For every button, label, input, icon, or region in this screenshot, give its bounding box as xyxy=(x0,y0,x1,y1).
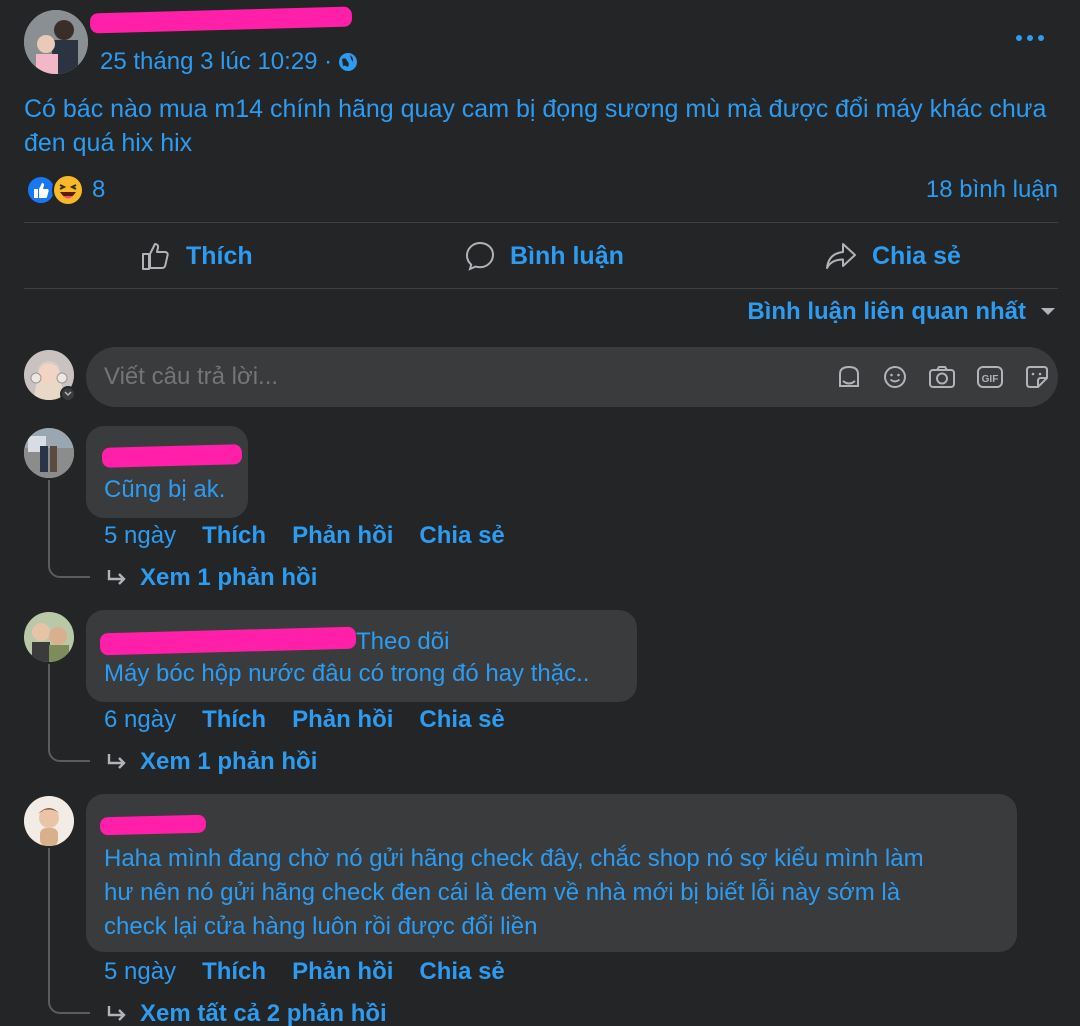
comment-sort-dropdown[interactable]: Bình luận liên quan nhất xyxy=(747,298,1056,326)
comment-3-view-replies-label: Xem tất cả 2 phản hồi xyxy=(140,1000,387,1026)
comment-bubble-icon xyxy=(464,240,496,272)
comment-1-reply-link[interactable]: Phản hồi xyxy=(292,522,393,550)
comment-1-time[interactable]: 5 ngày xyxy=(104,522,176,550)
globe-icon xyxy=(338,52,358,72)
reply-arrow-icon xyxy=(106,752,128,772)
share-button[interactable]: Chia sẻ xyxy=(824,240,961,272)
post-timestamp[interactable]: 25 tháng 3 lúc 10:29 · xyxy=(100,48,332,76)
share-arrow-icon xyxy=(824,240,858,272)
haha-reaction-icon xyxy=(52,174,84,206)
comment-2-view-replies[interactable]: Xem 1 phản hồi xyxy=(106,748,317,776)
comment-2-like-link[interactable]: Thích xyxy=(202,706,266,734)
comment-2-thread-line xyxy=(48,664,90,762)
comment-3-bubble: Haha mình đang chờ nó gửi hãng check đây… xyxy=(86,794,1017,952)
comment-1-like-link[interactable]: Thích xyxy=(202,522,266,550)
redacted-commenter-name xyxy=(99,626,357,656)
comment-3-text-line-2: hư nên nó gửi hãng check đen cái là đem … xyxy=(104,879,901,906)
emoji-icon[interactable] xyxy=(882,364,908,390)
follow-link[interactable]: Theo dõi xyxy=(356,628,449,656)
comment-1-text: Cũng bị ak. xyxy=(104,476,226,503)
like-button[interactable]: Thích xyxy=(140,240,253,272)
caret-down-icon xyxy=(1040,307,1056,317)
svg-text:GIF: GIF xyxy=(982,374,999,385)
comment-1-share-link[interactable]: Chia sẻ xyxy=(419,522,504,550)
comment-2-view-replies-label: Xem 1 phản hồi xyxy=(140,748,318,775)
comment-3-like-link[interactable]: Thích xyxy=(202,958,266,986)
post-author-avatar[interactable] xyxy=(24,10,88,74)
redacted-commenter-name xyxy=(99,814,207,836)
reactions-summary[interactable]: 8 xyxy=(26,174,105,206)
comment-1-bubble: Cũng bị ak. xyxy=(86,426,248,518)
divider-top xyxy=(24,222,1058,223)
post-text-line-1: Có bác nào mua m14 chính hãng quay cam b… xyxy=(24,95,1047,123)
comment-button-label: Bình luận xyxy=(510,241,624,270)
comment-3-share-link[interactable]: Chia sẻ xyxy=(419,958,504,986)
divider-bottom xyxy=(24,288,1058,289)
comment-3-time[interactable]: 5 ngày xyxy=(104,958,176,986)
more-options-button[interactable] xyxy=(1014,30,1046,46)
more-dots-icon xyxy=(1016,35,1044,41)
redacted-author-name xyxy=(89,6,353,34)
like-button-label: Thích xyxy=(186,241,253,270)
thumbs-up-icon xyxy=(140,240,172,272)
reply-arrow-icon xyxy=(106,568,128,588)
comment-2-reply-link[interactable]: Phản hồi xyxy=(292,706,393,734)
comment-3-text-line-3: check lại cửa hàng luôn rồi được đổi liề… xyxy=(104,913,538,940)
comment-3-reply-link[interactable]: Phản hồi xyxy=(292,958,393,986)
avatar-dropdown-caret[interactable] xyxy=(60,386,76,402)
comment-button[interactable]: Bình luận xyxy=(464,240,624,272)
chevron-down-icon xyxy=(64,391,72,397)
share-button-label: Chia sẻ xyxy=(872,241,961,270)
comment-3-text-line-1: Haha mình đang chờ nó gửi hãng check đây… xyxy=(104,845,924,872)
sort-label: Bình luận liên quan nhất xyxy=(747,298,1026,325)
camera-icon[interactable] xyxy=(928,364,956,390)
comment-3-thread-line xyxy=(48,848,90,1014)
reply-input[interactable] xyxy=(104,361,804,393)
redacted-commenter-name xyxy=(101,444,243,468)
gif-icon[interactable]: GIF xyxy=(976,364,1004,390)
comment-2-bubble: Theo dõi Máy bóc hộp nước đâu có trong đ… xyxy=(86,610,637,702)
comment-count-link[interactable]: 18 bình luận xyxy=(926,176,1058,204)
post-text-line-2: đen quá hix hix xyxy=(24,129,193,157)
comment-3-view-replies[interactable]: Xem tất cả 2 phản hồi xyxy=(106,1000,387,1026)
comment-1-view-replies[interactable]: Xem 1 phản hồi xyxy=(106,564,317,592)
reply-composer[interactable]: GIF xyxy=(86,347,1058,407)
comment-2-text: Máy bóc hộp nước đâu có trong đó hay thặ… xyxy=(104,660,590,687)
comment-1-avatar[interactable] xyxy=(24,428,74,478)
reaction-count: 8 xyxy=(92,176,106,203)
comment-2-time[interactable]: 6 ngày xyxy=(104,706,176,734)
sticker-icon[interactable] xyxy=(1024,364,1050,390)
comment-2-avatar[interactable] xyxy=(24,612,74,662)
comment-1-view-replies-label: Xem 1 phản hồi xyxy=(140,564,318,591)
reply-arrow-icon xyxy=(106,1004,128,1024)
comment-2-share-link[interactable]: Chia sẻ xyxy=(419,706,504,734)
avatar-sticker-icon[interactable] xyxy=(836,364,862,390)
comment-1-thread-line xyxy=(48,480,90,578)
comment-3-avatar[interactable] xyxy=(24,796,74,846)
